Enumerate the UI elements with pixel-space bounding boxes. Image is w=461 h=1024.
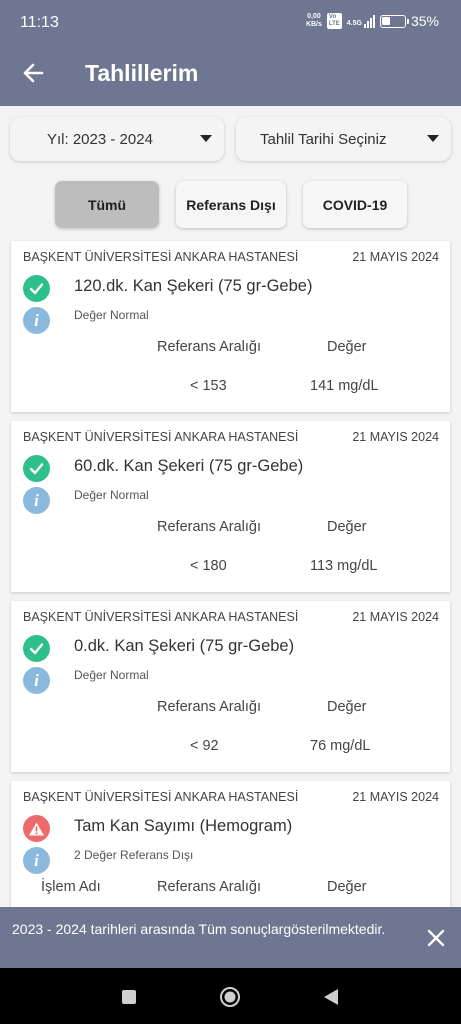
info-icon[interactable]: i [23,307,50,334]
battery-level-fill [382,17,390,25]
year-dropdown-label: Yıl: 2023 - 2024 [47,131,153,148]
status-time: 11:13 [20,14,59,31]
result-date: 21 MAYIS 2024 [352,430,439,444]
result-date: 21 MAYIS 2024 [352,610,439,624]
recents-button[interactable] [118,986,140,1008]
arrow-left-icon [23,63,44,83]
test-name: 0.dk. Kan Şekeri (75 gr-Gebe) [74,637,295,655]
close-icon [427,929,445,947]
info-icon[interactable]: i [23,487,50,514]
volte-bottom: LTE [328,21,340,27]
battery-icon [379,14,409,28]
reference-range-header: Referans Aralığı [157,699,261,715]
test-name: Tam Kan Sayımı (Hemogram) [74,817,293,835]
tab-all[interactable]: Tümü [55,181,159,228]
home-circle-icon [220,987,240,1007]
check-circle-icon [23,635,50,662]
volte-top: Vo [328,14,337,20]
hospital-name: BAŞKENT ÜNİVERSİTESİ ANKARA HASTANESİ [23,430,299,444]
network-speed-unit: KB/s [305,21,322,28]
snackbar-message: 2023 - 2024 tarihleri arasında Tüm sonuç… [12,921,386,937]
check-circle-icon [23,455,50,482]
status-bar: 11:13 0,00 KB/s Vo LTE 4.5G 35% [0,0,461,40]
reference-range-header: Referans Aralığı [157,519,261,535]
filter-row: Yıl: 2023 - 2024 Tahlil Tarihi Seçiniz [10,117,451,161]
value-header: Değer [327,519,367,535]
result-card[interactable]: BAŞKENT ÜNİVERSİTESİ ANKARA HASTANESİ 21… [11,421,450,592]
page-title: Tahlillerim [85,60,199,86]
hospital-name: BAŞKENT ÜNİVERSİTESİ ANKARA HASTANESİ [23,790,299,804]
home-button[interactable] [219,986,241,1008]
value-header: Değer [327,339,367,355]
close-button[interactable] [425,927,447,949]
test-name: 120.dk. Kan Şekeri (75 gr-Gebe) [74,277,313,295]
test-date-dropdown-label: Tahlil Tarihi Seçiniz [260,131,387,148]
result-value: 113 mg/dL [310,558,378,574]
app-bar: Tahlillerim [0,40,461,106]
result-status: Değer Normal [74,308,149,322]
back-triangle-icon [324,989,338,1005]
cellular-signal: 4.5G [347,14,375,28]
value-header: Değer [327,699,367,715]
result-date: 21 MAYIS 2024 [352,250,439,264]
hospital-name: BAŞKENT ÜNİVERSİTESİ ANKARA HASTANESİ [23,610,299,624]
result-card[interactable]: BAŞKENT ÜNİVERSİTESİ ANKARA HASTANESİ 21… [11,601,450,772]
test-date-dropdown[interactable]: Tahlil Tarihi Seçiniz [236,117,451,161]
info-icon[interactable]: i [23,667,50,694]
back-nav-button[interactable] [320,986,342,1008]
value-header: Değer [327,879,367,895]
caret-down-icon [200,135,212,142]
result-status: 2 Değer Referans Dışı [74,848,194,862]
reference-range: < 92 [190,738,219,754]
recents-square-icon [122,990,136,1004]
tab-out-of-reference[interactable]: Referans Dışı [176,181,286,228]
caret-down-icon [427,135,439,142]
result-date: 21 MAYIS 2024 [352,790,439,804]
volte-icon: Vo LTE [326,13,342,29]
reference-range: < 153 [190,378,227,394]
result-value: 141 mg/dL [310,378,379,394]
back-button[interactable] [16,56,50,90]
year-dropdown[interactable]: Yıl: 2023 - 2024 [10,117,224,161]
result-card[interactable]: BAŞKENT ÜNİVERSİTESİ ANKARA HASTANESİ 21… [11,241,450,412]
process-name-header: İşlem Adı [41,879,101,895]
battery-percent: 35% [410,13,439,29]
warning-triangle-icon [23,815,50,842]
info-icon[interactable]: i [23,847,50,874]
test-name: 60.dk. Kan Şekeri (75 gr-Gebe) [74,457,304,475]
status-indicators: 0,00 KB/s Vo LTE 4.5G 35% [306,13,439,29]
hospital-name: BAŞKENT ÜNİVERSİTESİ ANKARA HASTANESİ [23,250,299,264]
result-status: Değer Normal [74,488,149,502]
network-speed-value: 0,00 [307,13,321,20]
reference-range: < 180 [190,558,227,574]
network-type: 4.5G [346,20,362,27]
network-speed: 0,00 KB/s [306,13,322,29]
reference-range-header: Referans Aralığı [157,339,261,355]
reference-range-header: Referans Aralığı [157,879,261,895]
check-circle-icon [23,275,50,302]
result-value: 76 mg/dL [310,738,371,754]
result-status: Değer Normal [74,668,149,682]
snackbar: 2023 - 2024 tarihleri arasında Tüm sonuç… [0,907,461,968]
result-card[interactable]: BAŞKENT ÜNİVERSİTESİ ANKARA HASTANESİ 21… [11,781,450,921]
signal-bars-icon [363,14,375,28]
tab-covid-19[interactable]: COVID-19 [303,181,407,228]
system-nav-bar [0,968,461,1024]
